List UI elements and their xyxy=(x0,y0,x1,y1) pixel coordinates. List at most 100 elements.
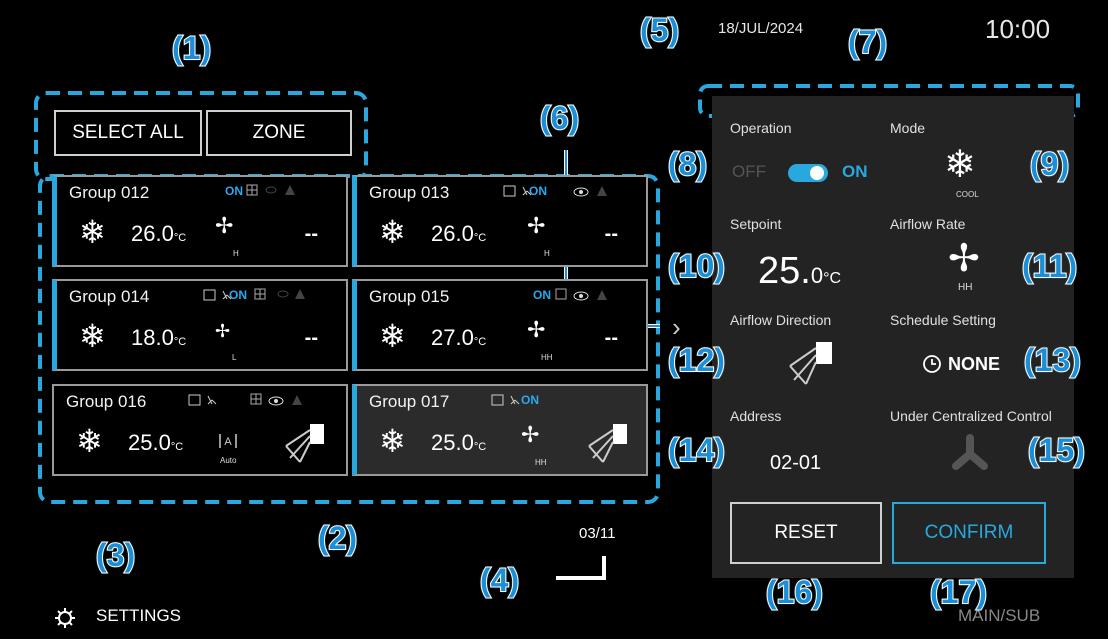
louver-icon xyxy=(588,424,627,463)
group-name: Group 015 xyxy=(369,287,450,306)
centralized-control-icon xyxy=(952,434,988,470)
mode-value: COOL xyxy=(956,190,979,199)
setpoint-label: Setpoint xyxy=(730,216,782,232)
temperature: 26.0°C xyxy=(131,221,187,246)
airflow-rate-label: Airflow Rate xyxy=(890,216,966,232)
fan-icon: ✢ xyxy=(521,422,540,447)
settings-panel: Operation Mode OFF ON ❄ COOL Setpoint Ai… xyxy=(712,96,1074,578)
annotation-7: (7) xyxy=(847,23,888,61)
eye-icon xyxy=(555,288,607,301)
annotation-13: (13) xyxy=(1023,341,1082,379)
snowflake-icon: ❄ xyxy=(379,423,406,459)
fan-icon: ✢ xyxy=(215,213,234,238)
status-on: ON xyxy=(533,288,551,302)
annotation-1: (1) xyxy=(171,29,212,67)
group-card-013[interactable]: Group 013 ON ❄ 26.0°C ✢ H -- xyxy=(352,175,648,267)
settings-link[interactable]: SETTINGS xyxy=(96,606,181,626)
temperature: 25.0°C xyxy=(128,430,184,455)
next-page-arrow[interactable]: › xyxy=(672,312,681,343)
zone-button[interactable]: ZONE xyxy=(206,110,352,156)
schedule-value[interactable]: NONE xyxy=(948,354,1000,375)
temperature: 18.0°C xyxy=(131,325,187,350)
extra-value: -- xyxy=(604,327,618,349)
group-name: Group 016 xyxy=(66,392,147,411)
louver-icon[interactable] xyxy=(786,340,836,388)
unit-icons xyxy=(491,394,520,406)
fan-speed: HH xyxy=(535,458,547,467)
snowflake-icon: ❄ xyxy=(76,423,103,459)
snowflake-icon: ❄ xyxy=(79,214,106,250)
mode-label: Mode xyxy=(890,120,926,136)
extra-value: -- xyxy=(604,223,618,245)
louver-icon xyxy=(285,424,324,463)
auto-fan-icon: A xyxy=(219,434,237,448)
group-card-015[interactable]: Group 015 ON ❄ 27.0°C ✢ HH -- xyxy=(352,279,648,371)
status-icons xyxy=(246,184,295,196)
address-value: 02-01 xyxy=(770,452,822,474)
snowflake-icon: ❄ xyxy=(379,214,406,250)
fan-icon[interactable]: ✢ xyxy=(948,236,980,281)
fan-icon: ✢ xyxy=(215,321,231,341)
group-name: Group 013 xyxy=(369,183,450,202)
centralized-label: Under Centralized Control xyxy=(890,408,1052,424)
fan-speed: H xyxy=(233,249,239,258)
annotation-15: (15) xyxy=(1027,431,1086,469)
temperature: 27.0°C xyxy=(431,325,487,350)
fan-speed: Auto xyxy=(220,456,237,465)
status-on: ON xyxy=(225,184,243,198)
airflow-rate-value: HH xyxy=(958,282,973,293)
annotation-5: (5) xyxy=(639,11,680,49)
select-all-button[interactable]: SELECT ALL xyxy=(54,110,202,156)
group-name: Group 012 xyxy=(69,183,150,202)
annotation-10: (10) xyxy=(667,247,726,285)
group-card-012[interactable]: Group 012 ON ❄ 26.0°C ✢ H -- xyxy=(52,175,348,267)
group-name: Group 014 xyxy=(69,287,150,306)
annotation-3: (3) xyxy=(95,536,136,574)
setpoint-value[interactable]: 25.0°C xyxy=(758,250,841,293)
eye-icon xyxy=(573,186,607,197)
confirm-button[interactable]: CONFIRM xyxy=(892,502,1046,564)
annotation-9: (9) xyxy=(1029,145,1070,183)
annotation-14: (14) xyxy=(667,431,726,469)
off-label: OFF xyxy=(732,162,766,181)
group-card-017[interactable]: Group 017 ON ❄ 25.0°C ✢ HH xyxy=(352,384,648,476)
status-on: ON xyxy=(229,288,247,302)
reset-button[interactable]: RESET xyxy=(730,502,882,564)
fan-icon: ✢ xyxy=(527,317,546,342)
temperature: 26.0°C xyxy=(431,221,487,246)
operation-label: Operation xyxy=(730,120,792,136)
fan-icon: ✢ xyxy=(527,213,546,238)
group-card-014[interactable]: Group 014 ON ❄ 18.0°C ✢ L -- xyxy=(52,279,348,371)
annotation-12: (12) xyxy=(667,341,726,379)
fan-speed: H xyxy=(544,249,550,258)
annotation-6: (6) xyxy=(539,99,580,137)
airflow-direction-label: Airflow Direction xyxy=(730,312,832,328)
gear-icon[interactable] xyxy=(54,607,76,629)
toggle-knob xyxy=(810,166,824,180)
group-card-016[interactable]: Group 016 ❄ 25.0°C A Auto xyxy=(52,384,348,476)
status-icons xyxy=(254,288,305,300)
clock-icon xyxy=(923,355,941,373)
annotation-17: (17) xyxy=(929,573,988,611)
annotation-8: (8) xyxy=(667,145,708,183)
annotation-4: (4) xyxy=(479,561,520,599)
annotation-16: (16) xyxy=(765,573,824,611)
address-label: Address xyxy=(730,408,782,424)
unit-icons xyxy=(188,394,217,406)
operation-toggle[interactable] xyxy=(788,164,828,182)
annotation-2: (2) xyxy=(317,519,358,557)
temperature: 25.0°C xyxy=(431,430,487,455)
fan-speed: HH xyxy=(541,353,553,362)
page-indicator: 03/11 xyxy=(579,525,616,542)
status-on: ON xyxy=(521,393,539,407)
extra-value: -- xyxy=(304,327,318,349)
snowflake-icon: ❄ xyxy=(79,318,106,354)
schedule-label: Schedule Setting xyxy=(890,312,996,328)
fan-speed: L xyxy=(232,353,237,362)
on-label: ON xyxy=(842,162,868,181)
snowflake-icon: ❄ xyxy=(379,318,406,354)
svg-text:A: A xyxy=(224,436,232,448)
group-name: Group 017 xyxy=(369,392,450,411)
status-icons xyxy=(250,393,302,406)
snowflake-icon[interactable]: ❄ xyxy=(944,142,976,187)
